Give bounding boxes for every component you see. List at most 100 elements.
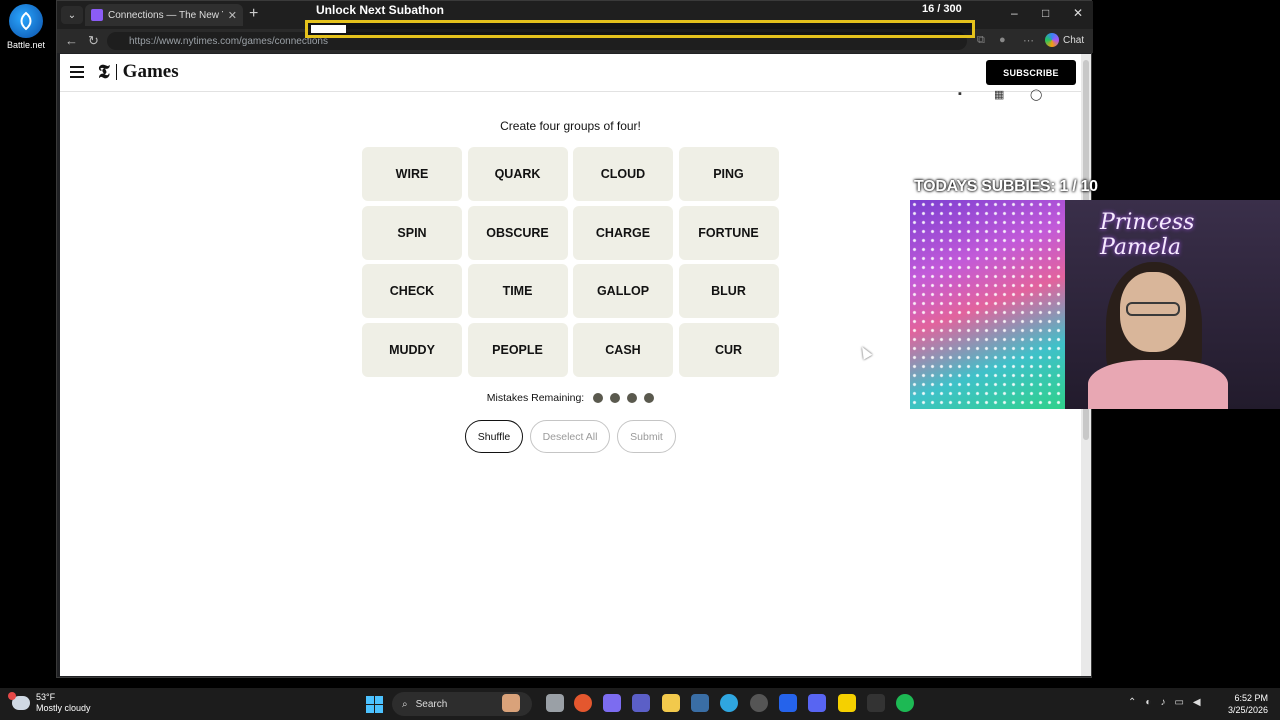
word-tile[interactable]: CLOUD: [573, 147, 673, 201]
desktop-icon-battlenet[interactable]: Battle.net: [4, 4, 48, 50]
subathon-progress-fill: [311, 25, 347, 33]
mouse-cursor-icon: [857, 344, 873, 360]
hamburger-menu-icon[interactable]: [70, 66, 84, 81]
mistake-dot: [627, 393, 638, 403]
streamer-name-overlay: Princess Pamela: [1100, 210, 1195, 260]
notification-badge: [8, 692, 16, 700]
streamer-glasses: [1126, 302, 1180, 316]
url-text: https://www.nytimes.com/games/connection…: [129, 35, 328, 47]
system-tray: ⌃ ◐ ♪ ▭ ◀: [1128, 697, 1201, 708]
stats-icon[interactable]: ▦: [994, 88, 1004, 101]
mistakes-label: Mistakes Remaining:: [486, 392, 585, 404]
back-icon[interactable]: ←: [65, 33, 78, 48]
hint-icon[interactable]: ▪: [958, 88, 962, 100]
mistake-dots: [593, 393, 655, 403]
maximize-icon[interactable]: □: [1042, 6, 1049, 20]
volume-icon[interactable]: ◀: [1193, 697, 1201, 708]
teams-icon[interactable]: [632, 694, 650, 712]
chevron-up-icon[interactable]: ⌃: [1128, 697, 1136, 708]
tab-list-button[interactable]: ⌄: [61, 6, 83, 24]
word-tile[interactable]: PING: [678, 147, 779, 201]
weather-widget[interactable]: 53°F Mostly cloudy: [8, 692, 91, 714]
more-menu-icon[interactable]: ⋯: [1023, 34, 1034, 47]
word-tile[interactable]: SPIN: [362, 205, 462, 260]
chat-label: Chat: [1063, 34, 1085, 46]
help-icon[interactable]: ◯: [1030, 88, 1042, 101]
copilot-icon: [1045, 33, 1059, 47]
battlenet-icon: [9, 4, 43, 38]
word-tile[interactable]: PEOPLE: [467, 323, 568, 378]
copilot-chat-button[interactable]: Chat: [1045, 33, 1084, 47]
nyt-t-logo-icon: 𝕿: [98, 61, 110, 83]
spotify-icon[interactable]: [896, 694, 914, 712]
word-tile[interactable]: OBSCURE: [467, 205, 568, 260]
word-tile[interactable]: CHARGE: [573, 205, 673, 260]
webcam-feed: Princess Pamela: [910, 200, 1280, 409]
battlenet-taskbar-icon[interactable]: [779, 694, 797, 712]
word-tile[interactable]: CHECK: [362, 264, 462, 319]
nyt-games-logo[interactable]: 𝕿 Games: [98, 61, 179, 83]
store-icon[interactable]: [691, 694, 709, 712]
network-icon[interactable]: ▭: [1174, 697, 1183, 708]
new-tab-icon[interactable]: +: [249, 5, 258, 23]
copilot-icon[interactable]: [603, 694, 621, 712]
mistake-dot: [644, 393, 655, 403]
mistake-dot: [610, 393, 621, 403]
tab-title: Connections — The New York Times: [108, 9, 223, 21]
obs-icon[interactable]: [750, 694, 768, 712]
word-tile[interactable]: MUDDY: [362, 323, 462, 378]
word-tile[interactable]: FORTUNE: [678, 205, 779, 260]
subathon-title: Unlock Next Subathon: [316, 3, 445, 17]
logo-text: Games: [122, 61, 179, 82]
deselect-all-button[interactable]: Deselect All: [530, 420, 610, 453]
word-tile[interactable]: CASH: [573, 323, 673, 378]
sticky-notes-icon[interactable]: [838, 694, 856, 712]
refresh-icon[interactable]: ↻: [88, 33, 99, 49]
desktop-icon-label: Battle.net: [6, 40, 46, 50]
search-label: Search: [415, 698, 448, 710]
terminal-icon[interactable]: [867, 694, 885, 712]
taskbar-clock[interactable]: 6:52 PM 3/25/2026: [1226, 692, 1268, 716]
shuffle-button[interactable]: Shuffle: [465, 420, 523, 453]
word-tile[interactable]: BLUR: [678, 264, 779, 319]
weather-desc: Mostly cloudy: [36, 703, 91, 713]
nyt-games-header: 𝕿 Games SUBSCRIBE: [60, 54, 1081, 92]
subathon-count: 16 / 300: [922, 3, 962, 15]
tab-connections[interactable]: Connections — The New York Times ✕: [85, 4, 243, 26]
submit-button[interactable]: Submit: [617, 420, 676, 453]
word-tile[interactable]: TIME: [467, 264, 568, 319]
task-view-icon[interactable]: [546, 694, 564, 712]
word-tile[interactable]: WIRE: [362, 147, 462, 201]
close-tab-icon[interactable]: ✕: [228, 9, 237, 22]
clock-time: 6:52 PM: [1234, 693, 1268, 703]
close-window-icon[interactable]: ✕: [1073, 6, 1083, 20]
chrome-icon[interactable]: [574, 694, 592, 712]
logo-divider: [115, 64, 117, 80]
word-tile[interactable]: GALLOP: [573, 264, 673, 319]
copilot-app-icon[interactable]: [502, 694, 520, 712]
edge-icon[interactable]: [720, 694, 738, 712]
weather-temp: 53°F: [36, 692, 56, 702]
file-explorer-icon[interactable]: [662, 694, 680, 712]
word-tile[interactable]: QUARK: [467, 147, 568, 201]
microphone-icon[interactable]: ♪: [1160, 697, 1165, 708]
app-tray-icon[interactable]: ◐: [1145, 697, 1151, 708]
todays-subbies-counter: TODAYS SUBBIES: 1 / 10: [914, 178, 1098, 195]
minimize-icon[interactable]: –: [1011, 6, 1018, 20]
mistake-dot: [593, 393, 604, 403]
connections-favicon-icon: [91, 9, 103, 21]
start-button[interactable]: [366, 696, 383, 713]
subscribe-button[interactable]: SUBSCRIBE: [986, 60, 1076, 85]
word-tile[interactable]: CUR: [678, 323, 779, 378]
cloudy-weather-icon: [8, 692, 30, 710]
clock-date: 3/25/2026: [1227, 705, 1268, 715]
led-wall: [910, 200, 1065, 409]
search-icon: ⌕: [402, 698, 408, 710]
game-prompt: Create four groups of four!: [500, 119, 641, 133]
extensions-icon[interactable]: ⧉: [977, 34, 985, 47]
discord-icon[interactable]: [808, 694, 826, 712]
streamer-shirt: [1088, 360, 1228, 409]
subathon-progress-bar: [305, 20, 975, 38]
windows-taskbar: 53°F Mostly cloudy ⌕ Search ⌃ ◐ ♪ ▭ ◀ 6:…: [0, 688, 1280, 720]
profile-avatar-icon[interactable]: ●: [999, 34, 1006, 46]
